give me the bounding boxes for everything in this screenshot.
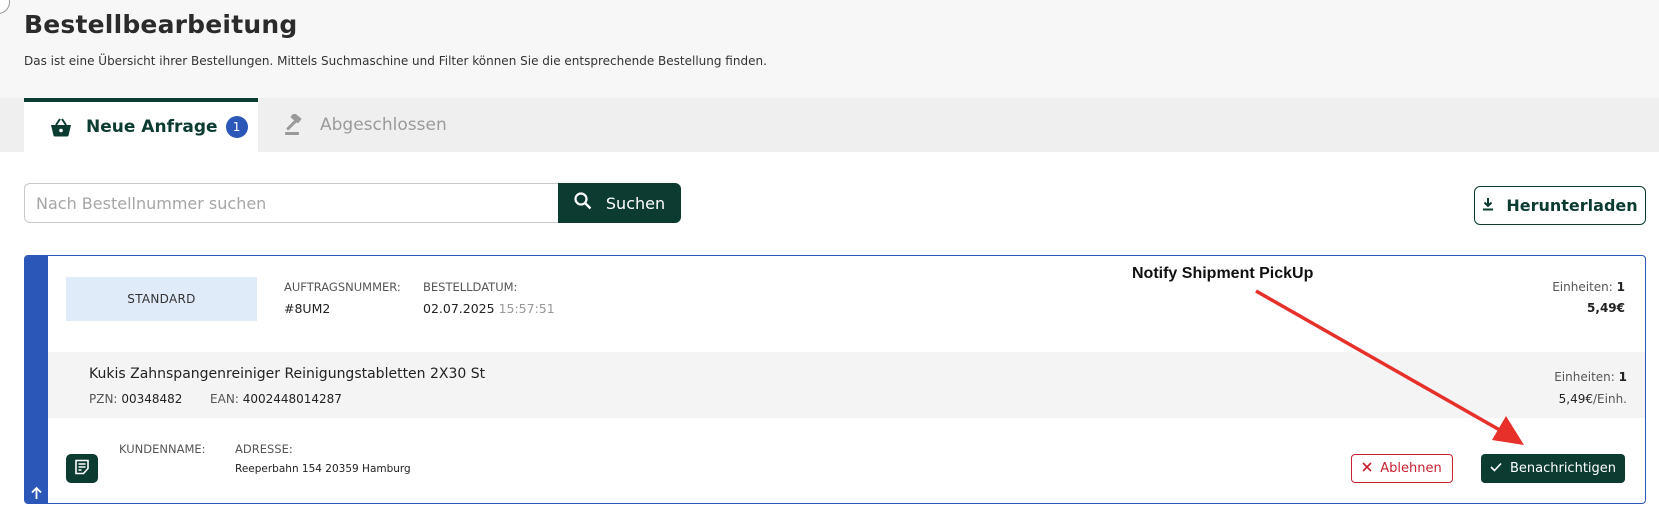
close-icon — [1362, 461, 1372, 476]
units-value: 1 — [1618, 370, 1627, 384]
count-badge: 1 — [225, 116, 248, 138]
basket-icon — [48, 116, 74, 138]
tab-bar: Neue Anfrage 1 Abgeschlossen — [0, 98, 1659, 152]
order-units: Einheiten: 1 — [1552, 280, 1625, 294]
units-label: Einheiten: — [1552, 280, 1613, 294]
order-number: #8UM2 — [284, 301, 331, 316]
card-stripe — [25, 256, 48, 503]
annotation-text: Notify Shipment PickUp — [1132, 265, 1314, 282]
corner-circle — [0, 0, 10, 14]
customer-name-label: KUNDENNAME: — [119, 442, 206, 456]
search-button-label: Suchen — [605, 193, 666, 213]
notify-label: Benachrichtigen — [1509, 461, 1617, 476]
tab-label: Abgeschlossen — [320, 115, 447, 135]
page-title: Bestellbearbeitung — [24, 10, 298, 39]
order-date: 02.07.2025 — [423, 301, 495, 316]
pzn-value: 00348482 — [121, 392, 183, 406]
tab-abgeschlossen[interactable]: Abgeschlossen — [282, 98, 482, 152]
order-number-label: AUFTRAGSNUMMER: — [284, 280, 401, 294]
download-label: Herunterladen — [1506, 196, 1638, 215]
page-description: Das ist eine Übersicht ihrer Bestellunge… — [24, 54, 767, 68]
ean-label: EAN: — [210, 392, 239, 406]
download-icon — [1482, 196, 1494, 215]
reject-button[interactable]: Ablehnen — [1351, 454, 1453, 483]
units-value: 1 — [1616, 280, 1625, 294]
unit-suffix: /Einh. — [1593, 392, 1627, 406]
product-name: Kukis Zahnspangenreiniger Reinigungstabl… — [89, 366, 486, 382]
order-time: 15:57:51 — [498, 301, 555, 316]
search-button[interactable]: Suchen — [558, 183, 681, 223]
total-value: 5,49€ — [1587, 301, 1625, 315]
product-units: Einheiten: 1 — [1554, 370, 1627, 384]
units-label: Einheiten: — [1554, 370, 1615, 384]
pzn-label: PZN: — [89, 392, 118, 406]
product-codes: PZN: 00348482 EAN: 4002448014287 — [89, 392, 342, 406]
download-button[interactable]: Herunterladen — [1474, 186, 1646, 225]
check-icon — [1490, 461, 1502, 476]
tab-label: Neue Anfrage — [86, 117, 218, 137]
note-icon — [74, 459, 90, 479]
address: Reeperbahn 154 20359 Hamburg — [235, 463, 411, 475]
product-unit-price: 5,49€/Einh. — [1559, 392, 1627, 406]
search-input[interactable] — [24, 183, 559, 223]
address-label: ADRESSE: — [235, 442, 293, 456]
tab-neue-anfrage[interactable]: Neue Anfrage 1 — [24, 98, 258, 152]
search-icon — [574, 192, 592, 214]
reject-label: Ablehnen — [1380, 461, 1442, 476]
ean-value: 4002448014287 — [242, 392, 342, 406]
order-date-label: BESTELLDATUM: — [423, 280, 518, 294]
arrow-up-icon[interactable] — [30, 485, 43, 499]
unit-price: 5,49€ — [1558, 392, 1594, 406]
notify-button[interactable]: Benachrichtigen — [1481, 454, 1625, 483]
gavel-icon — [282, 114, 308, 136]
annotation-arrow — [1255, 289, 1524, 445]
order-datetime: 02.07.2025 15:57:51 — [423, 301, 555, 316]
order-type-badge: STANDARD — [66, 277, 257, 321]
notes-button[interactable] — [66, 454, 98, 483]
order-total: 5,49€ — [1587, 301, 1625, 315]
